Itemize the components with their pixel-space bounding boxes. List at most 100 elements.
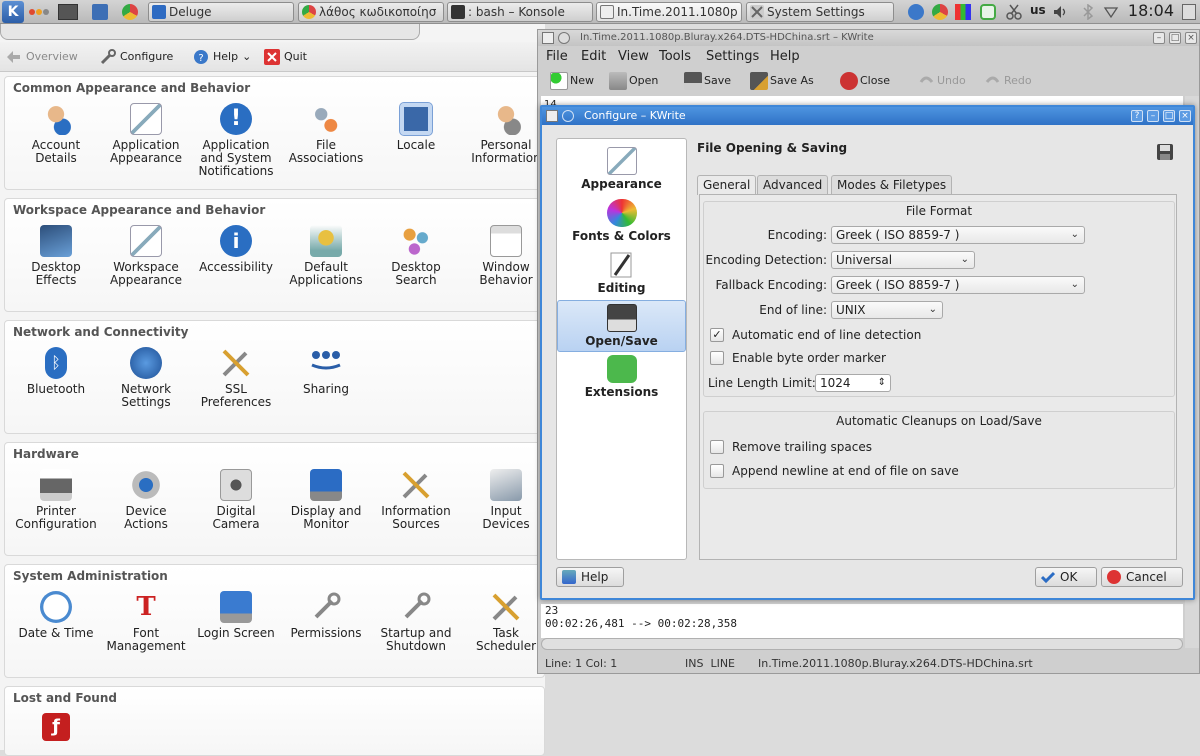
clock[interactable]: 18:04 [1128,1,1174,20]
module-default-applications[interactable]: Default Applications [282,225,370,287]
menu-edit[interactable]: Edit [581,49,606,64]
dialog-menu-icon[interactable] [562,110,574,122]
kwrite-titlebar[interactable]: In.Time.2011.1080p.Bluray.x264.DTS-HDChi… [538,30,1199,46]
category-appearance[interactable]: Appearance [557,144,686,196]
window-menu-icon[interactable] [558,32,570,44]
remove-trailing-spaces-checkbox[interactable]: Remove trailing spaces [710,440,872,456]
close-document-button[interactable]: Close [840,72,890,90]
keyboard-layout[interactable]: us [1030,3,1046,17]
network-tray-icon[interactable] [955,4,971,20]
minimize-icon[interactable]: – [1153,32,1165,44]
ok-button[interactable]: OK [1035,567,1097,587]
module-digital-camera[interactable]: Digital Camera [192,469,280,531]
end-of-line-select[interactable]: UNIX ⌄ [831,301,943,319]
module-date-time[interactable]: Date & Time [12,591,100,640]
module-startup-shutdown[interactable]: Startup and Shutdown [372,591,460,653]
task-konsole[interactable]: : bash – Konsole [447,2,593,22]
pager-dots-icon[interactable] [28,4,50,20]
module-network-settings[interactable]: Network Settings [102,347,190,409]
volume-icon[interactable] [1052,4,1068,20]
chrome-tray-icon[interactable] [932,4,948,20]
module-locale[interactable]: Locale [372,102,460,152]
module-font-management[interactable]: T Font Management [102,591,190,653]
chrome-launcher-icon[interactable] [122,4,138,20]
task-kwrite[interactable]: In.Time.2011.1080p [596,2,742,22]
kwrite-window-icon[interactable] [542,32,554,44]
menu-file[interactable]: File [546,49,568,64]
module-printer-configuration[interactable]: Printer Configuration [12,469,100,531]
fallback-encoding-select[interactable]: Greek ( ISO 8859-7 ) ⌄ [831,276,1085,294]
dolphin-icon[interactable] [92,4,108,20]
module-login-screen[interactable]: Login Screen [192,591,280,640]
spin-arrows-icon[interactable]: ⇕ [878,375,886,391]
module-ssl-preferences[interactable]: SSL Preferences [192,347,280,409]
help-dropdown-icon[interactable]: ⌄ [242,50,251,63]
auto-eol-checkbox[interactable]: ✓ Automatic end of line detection [710,328,921,344]
save-as-button[interactable]: Save As [750,72,814,90]
module-device-actions[interactable]: Device Actions [102,469,190,531]
menu-tools[interactable]: Tools [659,49,691,64]
tab-advanced[interactable]: Advanced [757,175,829,194]
deluge-tray-icon[interactable] [908,4,924,20]
category-fonts-colors[interactable]: Fonts & Colors [557,196,686,248]
module-workspace-appearance[interactable]: Workspace Appearance [102,225,190,287]
category-editing[interactable]: Editing [557,248,686,300]
kde-menu-icon[interactable]: K [2,1,24,23]
task-chrome[interactable]: λάθος κωδικοποίησ [298,2,444,22]
dialog-titlebar[interactable]: Configure – KWrite ? – □ × [542,107,1193,125]
bom-checkbox[interactable]: Enable byte order marker [710,351,886,367]
module-permissions[interactable]: Permissions [282,591,370,640]
module-display-monitor[interactable]: Display and Monitor [282,469,370,531]
tray-expand-icon[interactable] [1103,4,1119,20]
scissors-icon[interactable] [1006,4,1022,20]
desktop-pager-icon[interactable] [58,4,78,20]
undo-button[interactable]: Undo [917,72,966,90]
line-length-spinbox[interactable]: 1024 ⇕ [815,374,891,392]
open-button[interactable]: Open [609,72,658,90]
overview-button[interactable]: Overview [6,48,78,66]
configure-button[interactable]: Configure [100,48,173,66]
module-application-appearance[interactable]: Application Appearance [102,103,190,165]
tab-general[interactable]: General [697,175,757,195]
encoding-detection-select[interactable]: Universal ⌄ [831,251,975,269]
edit-mode[interactable]: INS LINE [685,654,735,674]
category-open-save[interactable]: Open/Save [557,300,686,352]
task-deluge[interactable]: Deluge [148,2,294,22]
dialog-window-icon[interactable] [546,110,558,122]
encoding-select[interactable]: Greek ( ISO 8859-7 ) ⌄ [831,226,1085,244]
quit-button[interactable]: Quit [264,48,307,66]
cancel-button[interactable]: Cancel [1101,567,1183,587]
module-sharing[interactable]: Sharing [282,347,370,396]
menu-help[interactable]: Help [770,49,800,64]
menu-settings[interactable]: Settings [706,49,759,64]
module-desktop-search[interactable]: Desktop Search [372,225,460,287]
help-button[interactable]: Help [556,567,624,587]
dialog-minimize-icon[interactable]: – [1147,110,1159,122]
category-extensions[interactable]: Extensions [557,352,686,404]
module-desktop-effects[interactable]: Desktop Effects [12,225,100,287]
editor-area-bottom[interactable]: 23 00:02:26,481 --> 00:02:28,358 [541,604,1183,638]
clipboard-tray-icon[interactable] [980,4,996,20]
new-button[interactable]: New [550,72,594,90]
append-newline-checkbox[interactable]: Append newline at end of file on save [710,464,959,480]
cashew-icon[interactable] [1182,4,1196,20]
module-accessibility[interactable]: i Accessibility [192,225,280,274]
bluetooth-icon[interactable] [1080,4,1096,20]
module-bluetooth[interactable]: ᛒ Bluetooth [12,347,100,396]
dialog-close-icon[interactable]: × [1179,110,1191,122]
task-system-settings[interactable]: System Settings [746,2,894,22]
editor-horizontal-scrollbar[interactable] [541,638,1183,650]
maximize-icon[interactable]: □ [1169,32,1181,44]
help-button[interactable]: ? Help ⌄ [193,48,251,66]
module-notifications[interactable]: ! Application and System Notifications [192,103,280,178]
tab-modes-filetypes[interactable]: Modes & Filetypes [831,175,953,194]
save-button[interactable]: Save [684,72,731,90]
module-information-sources[interactable]: Information Sources [372,469,460,531]
module-account-details[interactable]: Account Details [12,103,100,165]
menu-view[interactable]: View [618,49,649,64]
redo-button[interactable]: Redo [984,72,1032,90]
dialog-maximize-icon[interactable]: □ [1163,110,1175,122]
close-icon[interactable]: × [1185,32,1197,44]
dialog-help-icon[interactable]: ? [1131,110,1143,122]
module-file-associations[interactable]: File Associations [282,103,370,165]
